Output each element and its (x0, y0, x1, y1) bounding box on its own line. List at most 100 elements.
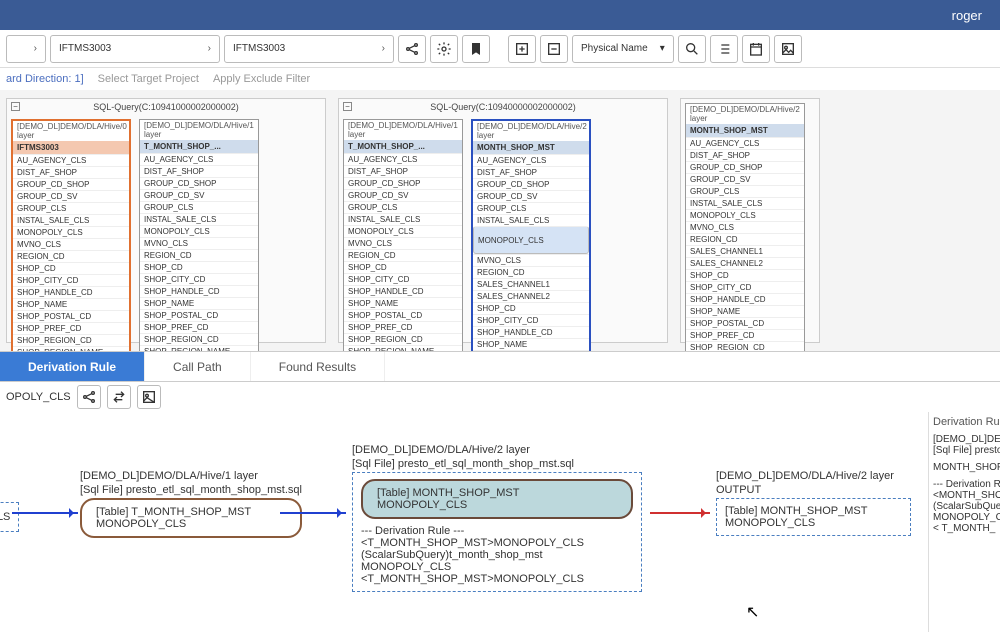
column-row[interactable]: REGION_CD (13, 250, 129, 262)
column-row[interactable]: GROUP_CD_SHOP (473, 178, 589, 190)
remove-icon[interactable] (540, 35, 568, 63)
share-small-icon[interactable] (77, 385, 101, 409)
column-row[interactable]: MVNO_CLS (686, 221, 804, 233)
share-icon[interactable] (398, 35, 426, 63)
column-row[interactable]: MVNO_CLS (140, 237, 258, 249)
column-row[interactable]: GROUP_CLS (140, 201, 258, 213)
column-row[interactable]: SHOP_HANDLE_CD (344, 285, 462, 297)
select-2[interactable]: IFTMS3003› (50, 35, 220, 63)
flow-node-1-box[interactable]: [Table] T_MONTH_SHOP_MST MONOPOLY_CLS (80, 498, 302, 538)
column-row[interactable]: REGION_CD (686, 233, 804, 245)
collapse-icon[interactable]: − (11, 102, 20, 111)
column-row[interactable]: SHOP_REGION_NAME (140, 345, 258, 352)
apply-exclude-link[interactable]: Apply Exclude Filter (213, 73, 310, 85)
flow-node-3-box[interactable]: [Table] MONTH_SHOP_MST MONOPOLY_CLS (716, 498, 911, 536)
column-row[interactable]: MONOPOLY_CLS (686, 209, 804, 221)
column-row[interactable]: AU_AGENCY_CLS (13, 154, 129, 166)
column-row[interactable]: DIST_AF_SHOP (686, 149, 804, 161)
column-row[interactable]: AU_AGENCY_CLS (473, 154, 589, 166)
column-row[interactable]: SHOP_CD (473, 302, 589, 314)
column-row[interactable]: MONOPOLY_CLS (473, 226, 589, 254)
name-mode-dropdown[interactable]: Physical Name▾ (572, 35, 674, 63)
column-row[interactable]: GROUP_CLS (686, 185, 804, 197)
calendar-icon[interactable] (742, 35, 770, 63)
gear-icon[interactable] (430, 35, 458, 63)
lineage-panel[interactable]: [DEMO_DL]DEMO/DLA/Hive/2 layerMONTH_SHOP… (680, 98, 820, 343)
column-row[interactable]: GROUP_CLS (344, 201, 462, 213)
column-row[interactable]: SHOP_REGION_CD (140, 333, 258, 345)
column-row[interactable]: SHOP_HANDLE_CD (473, 326, 589, 338)
column-row[interactable]: GROUP_CLS (13, 202, 129, 214)
column-row[interactable]: GROUP_CD_SHOP (13, 178, 129, 190)
column-row[interactable]: SHOP_CD (344, 261, 462, 273)
column-row[interactable]: GROUP_CD_SV (13, 190, 129, 202)
column-row[interactable]: SHOP_REGION_CD (686, 341, 804, 352)
lineage-table[interactable]: [DEMO_DL]DEMO/DLA/Hive/2 layerMONTH_SHOP… (685, 103, 805, 352)
column-row[interactable]: INSTAL_SALE_CLS (473, 214, 589, 226)
column-row[interactable]: SHOP_CITY_CD (686, 281, 804, 293)
column-row[interactable]: SHOP_NAME (686, 305, 804, 317)
flow-node-3[interactable]: [DEMO_DL]DEMO/DLA/Hive/2 layer OUTPUT [T… (716, 470, 911, 536)
column-row[interactable]: MVNO_CLS (473, 254, 589, 266)
lineage-panel[interactable]: −SQL-Query(C:10940000002000002)[DEMO_DL]… (338, 98, 668, 343)
column-row[interactable]: MONOPOLY_CLS (13, 226, 129, 238)
select-target-link[interactable]: Select Target Project (98, 73, 199, 85)
column-row[interactable]: SHOP_HANDLE_CD (140, 285, 258, 297)
column-row[interactable]: SHOP_CITY_CD (140, 273, 258, 285)
flow-node-2-box[interactable]: [Table] MONTH_SHOP_MST MONOPOLY_CLS (361, 479, 633, 519)
add-icon[interactable] (508, 35, 536, 63)
column-row[interactable]: DIST_AF_SHOP (344, 165, 462, 177)
column-row[interactable]: GROUP_CD_SV (473, 190, 589, 202)
select-3[interactable]: IFTMS3003› (224, 35, 394, 63)
bookmark-icon[interactable] (462, 35, 490, 63)
column-row[interactable]: SHOP_CD (13, 262, 129, 274)
column-row[interactable]: MVNO_CLS (13, 238, 129, 250)
column-row[interactable]: SHOP_NAME (473, 338, 589, 350)
direction-label[interactable]: ard Direction: 1] (6, 73, 84, 85)
lineage-table[interactable]: [DEMO_DL]DEMO/DLA/Hive/1 layerT_MONTH_SH… (343, 119, 463, 352)
column-row[interactable]: SHOP_POSTAL_CD (344, 309, 462, 321)
search-icon[interactable] (678, 35, 706, 63)
lineage-table[interactable]: [DEMO_DL]DEMO/DLA/Hive/2 layerMONTH_SHOP… (471, 119, 591, 352)
tab-call-path[interactable]: Call Path (145, 352, 251, 381)
column-row[interactable]: AU_AGENCY_CLS (344, 153, 462, 165)
collapse-icon[interactable]: − (343, 102, 352, 111)
column-row[interactable]: SHOP_PREF_CD (686, 329, 804, 341)
column-row[interactable]: MONOPOLY_CLS (344, 225, 462, 237)
flow-node-2[interactable]: [DEMO_DL]DEMO/DLA/Hive/2 layer [Sql File… (352, 444, 642, 592)
column-row[interactable]: SALES_CHANNEL1 (686, 245, 804, 257)
column-row[interactable]: GROUP_CD_SHOP (344, 177, 462, 189)
column-row[interactable]: GROUP_CD_SV (140, 189, 258, 201)
column-row[interactable]: SHOP_PREF_CD (13, 322, 129, 334)
column-row[interactable]: DIST_AF_SHOP (13, 166, 129, 178)
column-row[interactable]: REGION_CD (344, 249, 462, 261)
column-row[interactable]: GROUP_CD_SHOP (140, 177, 258, 189)
column-row[interactable]: SALES_CHANNEL2 (686, 257, 804, 269)
column-row[interactable]: SHOP_REGION_CD (13, 334, 129, 346)
flow-node-1[interactable]: [DEMO_DL]DEMO/DLA/Hive/1 layer [Sql File… (80, 470, 302, 538)
tab-found-results[interactable]: Found Results (251, 352, 385, 381)
lineage-table[interactable]: [DEMO_DL]DEMO/DLA/Hive/0 layerIFTMS3003A… (11, 119, 131, 352)
lineage-canvas[interactable]: −SQL-Query(C:10941000002000002)[DEMO_DL]… (0, 90, 1000, 352)
column-row[interactable]: INSTAL_SALE_CLS (344, 213, 462, 225)
column-row[interactable]: SHOP_REGION_CD (344, 333, 462, 345)
column-row[interactable]: INSTAL_SALE_CLS (13, 214, 129, 226)
lineage-table[interactable]: [DEMO_DL]DEMO/DLA/Hive/1 layerT_MONTH_SH… (139, 119, 259, 352)
column-row[interactable]: SHOP_CD (686, 269, 804, 281)
column-row[interactable]: MONOPOLY_CLS (140, 225, 258, 237)
image-small-icon[interactable] (137, 385, 161, 409)
column-row[interactable]: SHOP_POSTAL_CD (686, 317, 804, 329)
column-row[interactable]: GROUP_CD_SV (344, 189, 462, 201)
column-row[interactable]: SHOP_CITY_CD (344, 273, 462, 285)
column-row[interactable]: AU_AGENCY_CLS (140, 153, 258, 165)
column-row[interactable]: GROUP_CLS (473, 202, 589, 214)
swap-icon[interactable] (107, 385, 131, 409)
column-row[interactable]: GROUP_CD_SHOP (686, 161, 804, 173)
column-row[interactable]: REGION_CD (473, 266, 589, 278)
column-row[interactable]: SHOP_CITY_CD (13, 274, 129, 286)
select-1[interactable]: › (6, 35, 46, 63)
column-row[interactable]: SHOP_PREF_CD (140, 321, 258, 333)
column-row[interactable]: INSTAL_SALE_CLS (686, 197, 804, 209)
column-row[interactable]: SHOP_REGION_NAME (344, 345, 462, 352)
column-row[interactable]: GROUP_CD_SV (686, 173, 804, 185)
